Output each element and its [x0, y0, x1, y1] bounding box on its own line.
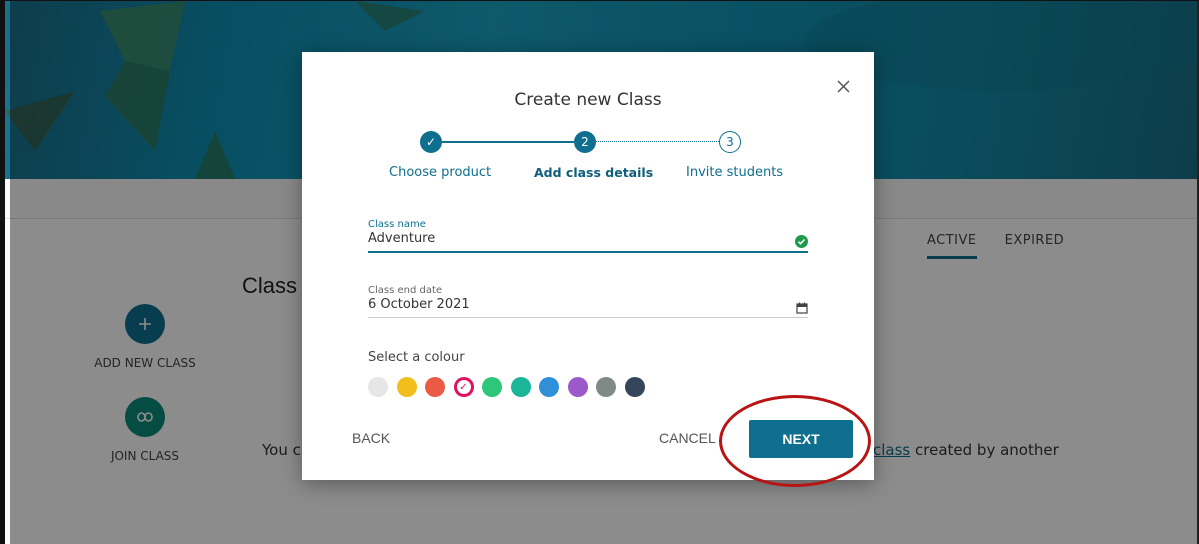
- back-button[interactable]: BACK: [352, 430, 390, 446]
- class-end-date-label: Class end date: [368, 285, 443, 296]
- class-name-underline: [368, 251, 808, 253]
- colour-swatch[interactable]: ✓: [453, 377, 474, 397]
- class-end-date-input[interactable]: 6 October 2021: [368, 297, 808, 312]
- colour-swatch[interactable]: [596, 377, 616, 397]
- step-connector-done: [442, 141, 574, 143]
- selected-check-icon: ✓: [456, 380, 471, 394]
- close-icon[interactable]: [837, 76, 850, 96]
- step-3-label: Invite students: [686, 165, 784, 180]
- colour-picker-label: Select a colour: [368, 350, 465, 365]
- colour-swatch[interactable]: [567, 377, 588, 397]
- colour-picker: ✓: [368, 377, 645, 397]
- colour-swatch[interactable]: [425, 377, 445, 397]
- step-3-marker: 3: [719, 131, 741, 153]
- colour-swatch[interactable]: [624, 377, 645, 397]
- colour-swatch[interactable]: [510, 377, 531, 397]
- class-end-date-field[interactable]: Class end date 6 October 2021: [368, 285, 808, 318]
- calendar-icon[interactable]: [796, 299, 808, 318]
- dialog-title: Create new Class: [514, 90, 662, 110]
- class-end-date-underline: [368, 317, 808, 318]
- step-2-marker: 2: [574, 131, 596, 153]
- colour-swatch[interactable]: [396, 377, 417, 397]
- colour-swatch[interactable]: [482, 377, 502, 397]
- colour-swatch[interactable]: [368, 377, 388, 397]
- check-circle-icon: [795, 233, 808, 252]
- step-2-label: Add class details: [534, 165, 654, 180]
- app-frame: ACTIVE EXPIRED Class ADD NEW CLASS JOIN …: [0, 0, 1199, 544]
- create-class-dialog: Create new Class ✓ 2 3 Choose product Ad…: [302, 52, 874, 480]
- progress-stepper: ✓ 2 3 Choose product Add class details I…: [302, 131, 874, 191]
- next-button[interactable]: NEXT: [749, 420, 853, 458]
- colour-swatch[interactable]: [539, 377, 559, 397]
- step-connector-pending: [596, 141, 719, 142]
- step-1-check-icon: ✓: [420, 131, 442, 153]
- class-name-input[interactable]: Adventure: [368, 231, 808, 246]
- cancel-button[interactable]: CANCEL: [659, 430, 716, 446]
- class-name-field[interactable]: Class name Adventure: [368, 219, 808, 253]
- step-1-label: Choose product: [389, 165, 492, 180]
- class-name-label: Class name: [368, 219, 426, 230]
